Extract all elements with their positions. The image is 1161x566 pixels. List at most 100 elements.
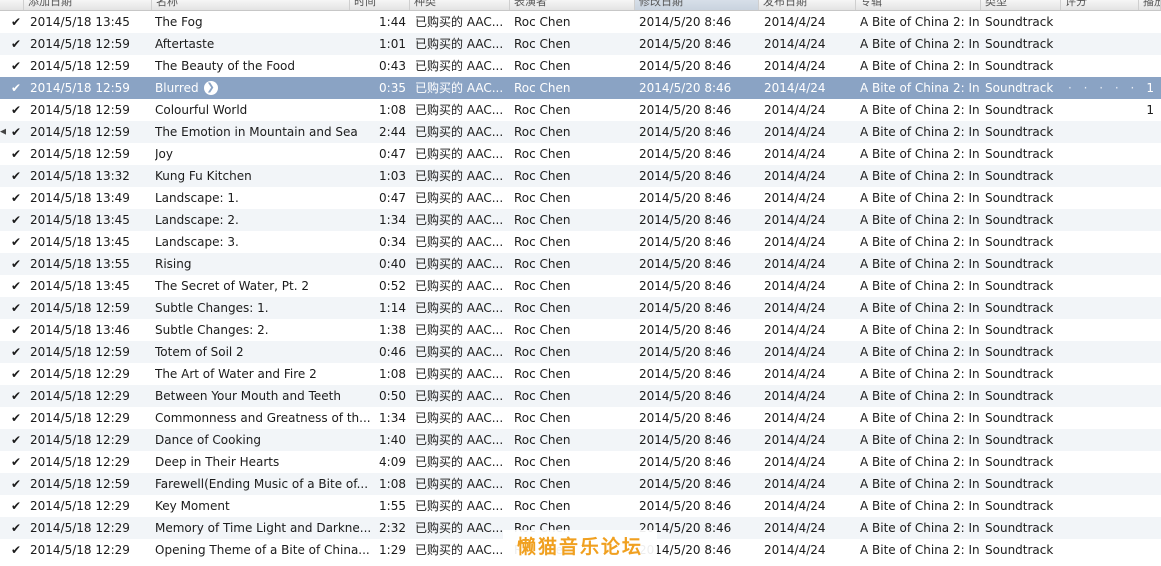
track-checkbox[interactable]: ✔ <box>8 363 24 385</box>
track-row[interactable]: ✔ 2014/5/18 12:59 Farewell(Ending Music of… <box>0 473 1161 495</box>
track-time-text: 1:55 <box>379 499 406 513</box>
track-checkbox[interactable]: ✔ <box>8 121 24 143</box>
show-in-store-arrow-icon[interactable]: ❯ <box>203 80 218 95</box>
track-album-text: A Bite of China 2: In... <box>860 279 980 293</box>
track-modified: 2014/5/20 8:46 <box>639 407 757 429</box>
track-rating <box>1068 143 1138 165</box>
track-checkbox[interactable]: ✔ <box>8 341 24 363</box>
track-checkbox[interactable]: ✔ <box>8 275 24 297</box>
track-checkbox[interactable]: ✔ <box>8 385 24 407</box>
track-row[interactable]: ✔ 2014/5/18 12:59 The Beauty of the Food 0:… <box>0 55 1161 77</box>
track-checkbox[interactable]: ✔ <box>8 143 24 165</box>
track-row[interactable]: ✔ 2014/5/18 13:55 Rising 0:40 已购买的 AAC... Roc… <box>0 253 1161 275</box>
track-checkbox[interactable]: ✔ <box>8 55 24 77</box>
track-checkbox[interactable]: ✔ <box>8 77 24 99</box>
track-checkbox[interactable]: ✔ <box>8 319 24 341</box>
track-row[interactable]: ✔ 2014/5/18 13:46 Subtle Changes: 2. 1:38 已购… <box>0 319 1161 341</box>
track-checkbox[interactable]: ✔ <box>8 33 24 55</box>
track-artist: Roc Chen <box>514 121 629 143</box>
track-artist-text: Roc Chen <box>514 125 571 139</box>
track-artist-text: Roc Chen <box>514 147 571 161</box>
track-row[interactable]: ✔ 2014/5/18 12:29 Deep in Their Hearts 4:09… <box>0 451 1161 473</box>
column-header-genre[interactable]: 类型 <box>981 0 1061 10</box>
track-release-text: 2014/4/24 <box>764 367 826 381</box>
column-header-time[interactable]: 时间 <box>350 0 410 10</box>
track-row[interactable]: ✔ 2014/5/18 12:29 The Art of Water and Fir… <box>0 363 1161 385</box>
track-name: Between Your Mouth and Teeth <box>155 385 377 407</box>
track-row[interactable]: ✔ 2014/5/18 13:45 The Secret of Water, Pt.… <box>0 275 1161 297</box>
column-header-kind[interactable]: 种类 <box>410 0 510 10</box>
track-row[interactable]: ✔ 2014/5/18 12:29 Between Your Mouth and T… <box>0 385 1161 407</box>
track-rating <box>1068 473 1138 495</box>
track-checkbox[interactable]: ✔ <box>8 517 24 539</box>
track-checkbox[interactable]: ✔ <box>8 209 24 231</box>
track-checkbox[interactable]: ✔ <box>8 253 24 275</box>
track-name-text: Colourful World <box>155 103 248 117</box>
track-row[interactable]: ✔ 2014/5/18 12:59 Colourful World 1:08 已购买的 … <box>0 99 1161 121</box>
track-row[interactable]: ✔ 2014/5/18 13:45 Landscape: 2. 1:34 已购买的 AA… <box>0 209 1161 231</box>
track-row[interactable]: ✔ 2014/5/18 12:59 Subtle Changes: 1. 1:14 已购… <box>0 297 1161 319</box>
track-kind: 已购买的 AAC... <box>415 165 507 187</box>
track-artist: Roc Chen <box>514 385 629 407</box>
track-checkbox[interactable]: ✔ <box>8 539 24 561</box>
track-row[interactable]: ✔ 2014/5/18 12:59 Aftertaste 1:01 已购买的 AAC..… <box>0 33 1161 55</box>
track-checkbox[interactable]: ✔ <box>8 297 24 319</box>
track-checkbox[interactable]: ✔ <box>8 429 24 451</box>
track-name-text: Between Your Mouth and Teeth <box>155 389 341 403</box>
track-count <box>1140 495 1154 517</box>
column-header-name[interactable]: 名称 <box>152 0 350 10</box>
column-header-rating[interactable]: 评分 <box>1061 0 1139 10</box>
track-row[interactable]: ✔ 2014/5/18 12:59 Totem of Soil 2 0:46 已购买的 … <box>0 341 1161 363</box>
track-album: A Bite of China 2: In... <box>860 385 980 407</box>
column-header-check[interactable] <box>0 0 24 10</box>
track-checkbox[interactable]: ✔ <box>8 451 24 473</box>
track-row[interactable]: ✔ 2014/5/18 13:45 Landscape: 3. 0:34 已购买的 AA… <box>0 231 1161 253</box>
track-artist-text: Roc Chen <box>514 81 571 95</box>
track-checkbox[interactable]: ✔ <box>8 231 24 253</box>
track-genre: Soundtrack <box>985 517 1060 539</box>
track-rating <box>1068 297 1138 319</box>
track-checkbox[interactable]: ✔ <box>8 495 24 517</box>
track-time: 1:34 <box>378 407 406 429</box>
track-row[interactable]: ✔ 2014/5/18 13:45 The Fog 1:44 已购买的 AAC... Ro… <box>0 11 1161 33</box>
track-name-text: The Secret of Water, Pt. 2 <box>155 279 309 293</box>
track-checkbox[interactable]: ✔ <box>8 473 24 495</box>
column-header-release[interactable]: 发布日期 <box>759 0 856 10</box>
track-row[interactable]: ✔ 2014/5/18 12:29 Key Moment 1:55 已购买的 AAC..… <box>0 495 1161 517</box>
track-album-text: A Bite of China 2: In... <box>860 543 980 557</box>
track-check-text: ✔ <box>10 367 22 381</box>
track-added: 2014/5/18 12:29 <box>30 363 148 385</box>
track-checkbox[interactable]: ✔ <box>8 407 24 429</box>
track-checkbox[interactable]: ✔ <box>8 187 24 209</box>
track-time-text: 0:52 <box>379 279 406 293</box>
track-genre: Soundtrack <box>985 341 1060 363</box>
track-added-text: 2014/5/18 12:59 <box>30 103 130 117</box>
track-check-text: ✔ <box>10 103 22 117</box>
track-kind-text: 已购买的 AAC... <box>415 81 504 95</box>
track-modified: 2014/5/20 8:46 <box>639 363 757 385</box>
track-album-text: A Bite of China 2: In... <box>860 455 980 469</box>
track-row[interactable]: ◀) ✔ 2014/5/18 12:59 The Emotion in Mountai… <box>0 121 1161 143</box>
track-checkbox[interactable]: ✔ <box>8 165 24 187</box>
track-row[interactable]: ✔ 2014/5/18 13:49 Landscape: 1. 0:47 已购买的 AA… <box>0 187 1161 209</box>
track-release-text: 2014/4/24 <box>764 125 826 139</box>
track-rating <box>1068 407 1138 429</box>
column-header-added[interactable]: 添加日期 <box>24 0 152 10</box>
track-check-text: ✔ <box>10 411 22 425</box>
track-checkbox[interactable]: ✔ <box>8 99 24 121</box>
track-modified-text: 2014/5/20 8:46 <box>639 345 732 359</box>
column-header-count[interactable]: 播放 <box>1139 0 1161 10</box>
track-row[interactable]: ✔ 2014/5/18 12:29 Commonness and Greatness… <box>0 407 1161 429</box>
track-row[interactable]: ✔ 2014/5/18 12:29 Dance of Cooking 1:40 已购买的… <box>0 429 1161 451</box>
track-checkbox[interactable]: ✔ <box>8 11 24 33</box>
track-added-text: 2014/5/18 13:49 <box>30 191 130 205</box>
track-kind-text: 已购买的 AAC... <box>415 477 504 491</box>
track-album: A Bite of China 2: In... <box>860 429 980 451</box>
track-count <box>1140 341 1154 363</box>
track-row[interactable]: ✔ 2014/5/18 12:59 Joy 0:47 已购买的 AAC... Roc Ch… <box>0 143 1161 165</box>
column-header-album[interactable]: 专辑 <box>856 0 981 10</box>
track-row[interactable]: ✔ 2014/5/18 12:59 Blurred ❯ 0:35 已购买的 AAC... R… <box>0 77 1161 99</box>
column-header-artist[interactable]: 表演者 <box>510 0 635 10</box>
column-header-modified[interactable]: 修改日期 <box>635 0 759 10</box>
track-row[interactable]: ✔ 2014/5/18 13:32 Kung Fu Kitchen 1:03 已购买的 … <box>0 165 1161 187</box>
